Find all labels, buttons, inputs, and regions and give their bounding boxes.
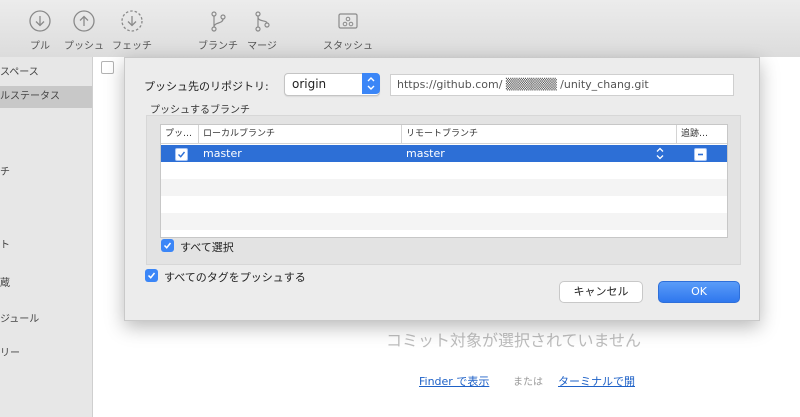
updown-arrows-icon[interactable]	[655, 145, 665, 162]
cancel-button[interactable]: キャンセル	[559, 281, 643, 303]
sidebar-item-workspace[interactable]: スペース	[0, 62, 92, 84]
col-push[interactable]: プッ…	[161, 125, 199, 143]
toolbar: プル プッシュ フェッチ ブランチ マージ スタッシュ	[0, 0, 800, 58]
remote-url-value: https://github.com/ ▒▒▒▒▒▒ /unity_chang.…	[397, 78, 649, 91]
dash-icon	[698, 153, 703, 156]
checkmark-icon	[147, 272, 156, 279]
select-all-checkbox[interactable]	[161, 239, 174, 252]
table-row-empty	[161, 213, 727, 230]
branch-icon	[211, 11, 226, 32]
push-dialog: プッシュ先のリポジトリ: origin https://github.com/ …	[124, 57, 760, 321]
sidebar-item-stash[interactable]: 蔵	[0, 273, 92, 295]
remote-select[interactable]: origin	[284, 73, 380, 96]
stash-button[interactable]: スタッシュ	[318, 8, 378, 52]
merge-label: マージ	[247, 41, 277, 52]
col-track[interactable]: 追跡…	[677, 125, 727, 143]
table-row[interactable]: master master	[161, 145, 727, 162]
show-in-finder-link[interactable]: Finder で表示	[419, 373, 489, 389]
branches-group: プッ… ローカルブランチ リモートブランチ 追跡… master master	[146, 115, 741, 265]
col-remote-branch[interactable]: リモートブランチ	[402, 125, 677, 143]
table-row-empty	[161, 162, 727, 179]
push-row-checkbox[interactable]	[175, 148, 188, 161]
empty-message: コミット対象が選択されていません	[386, 331, 642, 350]
col-local-branch[interactable]: ローカルブランチ	[199, 125, 402, 143]
remote-branch-cell[interactable]: master	[406, 145, 445, 162]
stash-label: スタッシュ	[323, 41, 373, 52]
stage-all-checkbox[interactable]	[101, 61, 114, 74]
checkmark-icon	[163, 242, 172, 249]
sidebar-item-file-status[interactable]: ルステータス	[0, 86, 92, 108]
open-terminal-link[interactable]: ターミナルで開	[558, 373, 635, 389]
local-branch-cell: master	[203, 147, 242, 160]
remote-url-field[interactable]: https://github.com/ ▒▒▒▒▒▒ /unity_chang.…	[390, 74, 734, 96]
merge-button[interactable]: マージ	[232, 8, 292, 52]
fetch-label: フェッチ	[112, 41, 152, 52]
sidebar-item-branch[interactable]: チ	[0, 162, 92, 184]
stash-icon	[338, 13, 358, 29]
branch-table[interactable]: プッ… ローカルブランチ リモートブランチ 追跡… master master	[160, 124, 728, 238]
checkmark-icon	[178, 151, 186, 158]
sidebar-item-submodule[interactable]: ジュール	[0, 309, 92, 331]
table-header: プッ… ローカルブランチ リモートブランチ 追跡…	[161, 125, 727, 144]
fetch-button[interactable]: フェッチ	[102, 8, 162, 52]
select-all-label: すべて選択	[180, 241, 234, 254]
table-row-empty	[161, 179, 727, 196]
table-row-empty	[161, 196, 727, 213]
select-arrows-icon	[362, 73, 380, 94]
branches-label: プッシュするブランチ	[150, 105, 250, 116]
sidebar: スペース ルステータス チ ト 蔵 ジュール リー	[0, 57, 93, 417]
push-icon	[73, 10, 95, 32]
merge-icon	[255, 11, 270, 32]
or-text: または	[513, 377, 543, 388]
remote-select-value: origin	[292, 77, 327, 91]
track-row-checkbox[interactable]	[694, 148, 707, 161]
ok-button[interactable]: OK	[658, 281, 740, 303]
sidebar-item-remote[interactable]: ト	[0, 235, 92, 257]
push-tags-checkbox[interactable]	[145, 269, 158, 282]
sidebar-item-subtree[interactable]: リー	[0, 343, 92, 365]
push-tags-label: すべてのタグをプッシュする	[164, 271, 306, 284]
fetch-icon	[121, 10, 143, 32]
pull-icon	[29, 10, 51, 32]
remote-label: プッシュ先のリポジトリ:	[144, 80, 269, 93]
